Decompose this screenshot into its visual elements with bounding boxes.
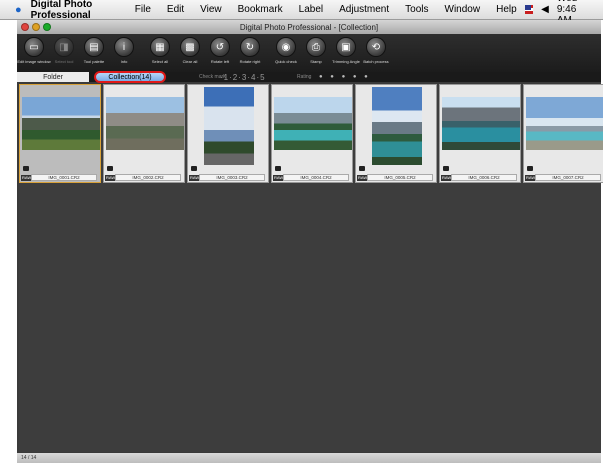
menu-edit[interactable]: Edit — [167, 4, 184, 15]
tool-select-all-button[interactable]: ▦ Select all — [147, 34, 173, 72]
tool-label: Quick check — [275, 59, 297, 64]
tool-stamp-button[interactable]: ⎙ Stamp — [303, 34, 329, 72]
camera-icon — [527, 166, 533, 171]
window-titlebar[interactable]: Digital Photo Professional - [Collection… — [17, 20, 601, 34]
menu-label[interactable]: Label — [299, 4, 323, 15]
status-count: 14 / 14 — [21, 455, 37, 461]
tool-label: Clear all — [182, 59, 198, 64]
tool-edit-image-button[interactable]: ▭ Edit image window — [17, 34, 51, 72]
tool-clear-all-button[interactable]: ▩ Clear all — [177, 34, 203, 72]
menu-help[interactable]: Help — [496, 4, 517, 15]
menu-window[interactable]: Window — [445, 4, 481, 15]
menu-view[interactable]: View — [200, 4, 222, 15]
tool-palette-icon: ▤ — [84, 37, 104, 57]
camera-icon — [275, 166, 281, 171]
menu-bar: ● Digital Photo Professional File Edit V… — [0, 0, 603, 26]
tool-label: Batch process — [363, 59, 389, 64]
thumbnail-filename: IMG_0001.CR2 — [31, 174, 97, 181]
camera-icon — [359, 166, 365, 171]
tool-label: Tool palette — [83, 59, 105, 64]
tool-label: Info — [120, 59, 128, 64]
select-tool-icon: ◨ — [54, 37, 74, 57]
thumbnail-image[interactable] — [274, 97, 352, 150]
thumbnail-image[interactable] — [204, 87, 254, 165]
batch-process-icon: ⟲ — [366, 37, 386, 57]
thumbnail-image[interactable] — [106, 97, 184, 150]
tool-trimming-button[interactable]: ▣ Trimming Angle — [332, 34, 360, 72]
info-icon: i — [114, 37, 134, 57]
tool-label: Select tool — [54, 59, 74, 64]
thumbnail-card[interactable]: RAW IMG_0004.CR2 — [271, 84, 353, 183]
toolbar: ▭ Edit image window ◨ Select tool ▤ Tool pale… — [17, 34, 601, 72]
main-window: Digital Photo Professional - [Collection… — [17, 20, 603, 463]
tab-folder[interactable]: Folder — [17, 72, 89, 82]
thumbnail-filename: IMG_0006.CR2 — [451, 174, 517, 181]
rotate-left-icon: ↺ — [210, 37, 230, 57]
menu-file[interactable]: File — [135, 4, 151, 15]
edit-image-icon: ▭ — [24, 37, 44, 57]
tool-label: Rotate left — [210, 59, 230, 64]
input-flag-icon[interactable] — [524, 5, 534, 14]
tool-label: Select all — [151, 59, 169, 64]
thumbnail-image[interactable] — [372, 87, 422, 165]
tool-label: Rotate right — [239, 59, 261, 64]
zoom-button[interactable] — [43, 23, 51, 31]
app-menu[interactable]: Digital Photo Professional — [31, 0, 118, 21]
close-button[interactable] — [21, 23, 29, 31]
thumbnail-card[interactable]: RAW IMG_0006.CR2 — [439, 84, 521, 183]
thumbnail-filename: IMG_0005.CR2 — [367, 174, 433, 181]
tool-quick-check-button[interactable]: ◉ Quick check — [273, 34, 299, 72]
menu-tools[interactable]: Tools — [405, 4, 428, 15]
tool-label: Edit image window — [17, 59, 51, 64]
thumbnail-filename: IMG_0002.CR2 — [115, 174, 181, 181]
thumbnail-filename: IMG_0007.CR2 — [535, 174, 601, 181]
check-mark-filter[interactable]: ·1·2·3·4·5 — [220, 73, 266, 82]
window-controls — [21, 23, 51, 31]
thumbnail-grid: RAW IMG_0001.CR2 RAW IMG_0002.CR2 RAW IMG_000… — [19, 84, 603, 452]
thumbnail-card[interactable]: RAW IMG_0007.CR2 — [523, 84, 603, 183]
thumbnail-filename: IMG_0003.CR2 — [199, 174, 265, 181]
rating-filter[interactable]: ● ● ● ● ● — [319, 74, 371, 80]
thumbnail-image[interactable] — [442, 97, 520, 150]
tool-batch-process-button[interactable]: ⟲ Batch process — [363, 34, 389, 72]
menu-adjustment[interactable]: Adjustment — [339, 4, 389, 15]
window-title: Digital Photo Professional - [Collection… — [239, 22, 379, 32]
thumbnail-image[interactable] — [526, 97, 603, 150]
thumbnail-card[interactable]: RAW IMG_0003.CR2 — [187, 84, 269, 183]
clear-all-icon: ▩ — [180, 37, 200, 57]
thumbnail-image[interactable] — [22, 97, 100, 150]
camera-icon — [191, 166, 197, 171]
camera-icon — [23, 166, 29, 171]
tool-select-tool-button[interactable]: ◨ Select tool — [51, 34, 77, 72]
thumbnail-card[interactable]: RAW IMG_0002.CR2 — [103, 84, 185, 183]
tool-info-button[interactable]: i Info — [111, 34, 137, 72]
minimize-button[interactable] — [32, 23, 40, 31]
select-all-icon: ▦ — [150, 37, 170, 57]
tool-rotate-left-button[interactable]: ↺ Rotate left — [207, 34, 233, 72]
tool-label: Trimming Angle — [332, 59, 360, 64]
volume-icon[interactable]: ◀ — [541, 4, 549, 15]
view-tab-bar: Folder Collection(14) Check mark ·1·2·3·… — [17, 71, 601, 83]
status-bar: 14 / 14 — [17, 453, 601, 463]
menu-bookmark[interactable]: Bookmark — [238, 4, 283, 15]
rating-label: Rating — [297, 74, 312, 80]
thumbnail-card[interactable]: RAW IMG_0005.CR2 — [355, 84, 437, 183]
trimming-icon: ▣ — [336, 37, 356, 57]
rotate-right-icon: ↻ — [240, 37, 260, 57]
quick-check-icon: ◉ — [276, 37, 296, 57]
thumbnail-filename: IMG_0004.CR2 — [283, 174, 349, 181]
stamp-icon: ⎙ — [306, 37, 326, 57]
camera-icon — [107, 166, 113, 171]
tool-tool-palette-button[interactable]: ▤ Tool palette — [81, 34, 107, 72]
apple-menu-icon[interactable]: ● — [12, 4, 25, 16]
tool-label: Stamp — [310, 59, 322, 64]
camera-icon — [443, 166, 449, 171]
tab-collection[interactable]: Collection(14) — [94, 71, 166, 83]
tool-rotate-right-button[interactable]: ↻ Rotate right — [237, 34, 263, 72]
thumbnail-card[interactable]: RAW IMG_0001.CR2 — [19, 84, 101, 183]
